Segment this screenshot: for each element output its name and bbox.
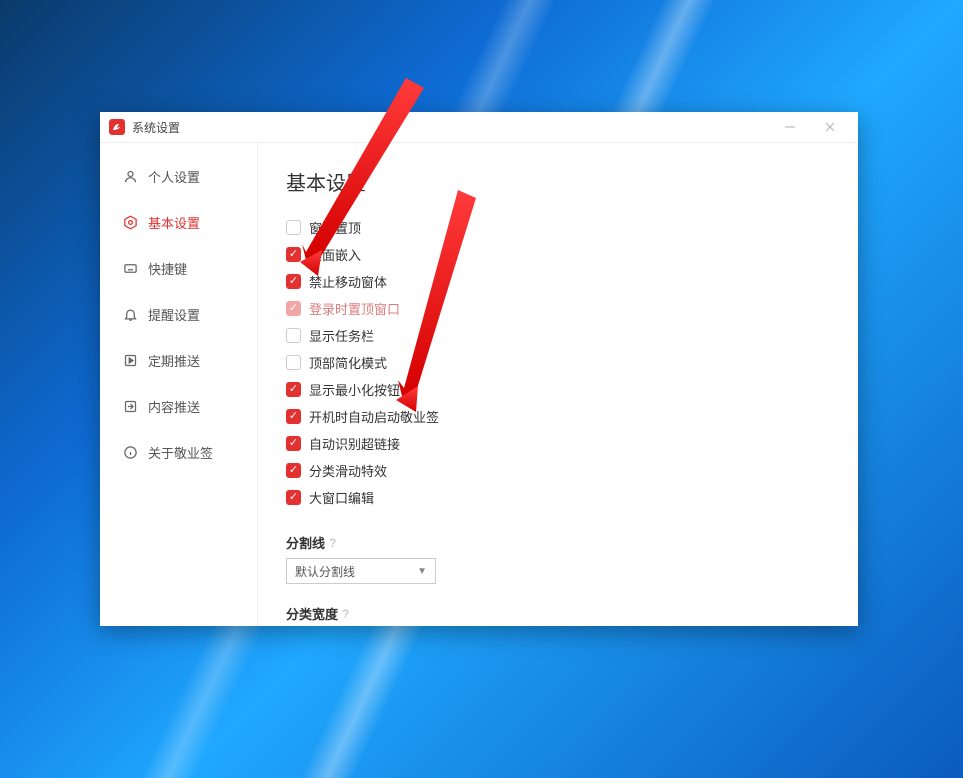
sidebar-item-scheduled-push[interactable]: 定期推送 <box>100 337 257 383</box>
sidebar-item-content-push[interactable]: 内容推送 <box>100 383 257 429</box>
option-show-taskbar[interactable]: 显示任务栏 <box>286 326 830 345</box>
option-desktop-embed[interactable]: ✓ 桌面嵌入 <box>286 245 830 264</box>
help-icon[interactable]: ? <box>342 607 349 621</box>
option-always-on-top[interactable]: 窗口置顶 <box>286 218 830 237</box>
checkbox-checked-disabled[interactable]: ✓ <box>286 301 301 316</box>
titlebar: 系统设置 <box>100 112 858 143</box>
checkbox-checked[interactable]: ✓ <box>286 247 301 262</box>
option-label: 登录时置顶窗口 <box>309 299 400 318</box>
option-label: 显示任务栏 <box>309 326 374 345</box>
sidebar-item-label: 定期推送 <box>148 351 200 370</box>
category-width-label-text: 分类宽度 <box>286 604 338 623</box>
close-button[interactable] <box>810 112 850 142</box>
checkbox-checked[interactable]: ✓ <box>286 382 301 397</box>
option-label: 显示最小化按钮 <box>309 380 400 399</box>
sidebar-item-label: 个人设置 <box>148 167 200 186</box>
divider-label-text: 分割线 <box>286 533 325 552</box>
option-forbid-move[interactable]: ✓ 禁止移动窗体 <box>286 272 830 291</box>
sidebar-item-label: 关于敬业签 <box>148 443 213 462</box>
checkbox-unchecked[interactable] <box>286 328 301 343</box>
sidebar-item-label: 基本设置 <box>148 213 200 232</box>
option-category-slide[interactable]: ✓ 分类滑动特效 <box>286 461 830 480</box>
divider-setting: 分割线 ? 默认分割线 ▼ <box>286 533 830 584</box>
bell-icon <box>122 306 138 322</box>
checkbox-unchecked[interactable] <box>286 220 301 235</box>
option-simplify-top[interactable]: 顶部简化模式 <box>286 353 830 372</box>
option-auto-hyperlink[interactable]: ✓ 自动识别超链接 <box>286 434 830 453</box>
minimize-button[interactable] <box>770 112 810 142</box>
option-big-window-edit[interactable]: ✓ 大窗口编辑 <box>286 488 830 507</box>
app-icon <box>108 118 126 136</box>
option-label: 窗口置顶 <box>309 218 361 237</box>
keyboard-icon <box>122 260 138 276</box>
person-icon <box>122 168 138 184</box>
checkbox-checked[interactable]: ✓ <box>286 490 301 505</box>
sidebar: 个人设置 基本设置 <box>100 143 258 626</box>
divider-select[interactable]: 默认分割线 ▼ <box>286 558 436 584</box>
chevron-down-icon: ▼ <box>417 566 427 577</box>
help-icon[interactable]: ? <box>329 536 336 550</box>
options-list: 窗口置顶 ✓ 桌面嵌入 ✓ 禁止移动窗体 ✓ 登录时置顶窗口 <box>286 218 830 507</box>
checkbox-checked[interactable]: ✓ <box>286 463 301 478</box>
window-body: 个人设置 基本设置 <box>100 143 858 626</box>
category-width-setting: 分类宽度 ? 小（27px） ▼ <box>286 604 830 626</box>
option-label: 大窗口编辑 <box>309 488 374 507</box>
checkbox-checked[interactable]: ✓ <box>286 409 301 424</box>
sidebar-item-label: 内容推送 <box>148 397 200 416</box>
option-label: 分类滑动特效 <box>309 461 387 480</box>
option-label: 桌面嵌入 <box>309 245 361 264</box>
play-box-icon <box>122 352 138 368</box>
sidebar-item-about[interactable]: 关于敬业签 <box>100 429 257 475</box>
field-label: 分类宽度 ? <box>286 604 830 623</box>
checkbox-checked[interactable]: ✓ <box>286 274 301 289</box>
field-label: 分割线 ? <box>286 533 830 552</box>
section-heading: 基本设置 <box>286 167 830 196</box>
sidebar-item-personal[interactable]: 个人设置 <box>100 153 257 199</box>
desktop-background: 系统设置 个人设置 <box>0 0 963 778</box>
settings-hex-icon <box>122 214 138 230</box>
sidebar-item-remind[interactable]: 提醒设置 <box>100 291 257 337</box>
info-icon <box>122 444 138 460</box>
option-show-minimize[interactable]: ✓ 显示最小化按钮 <box>286 380 830 399</box>
content-pane: 基本设置 窗口置顶 ✓ 桌面嵌入 ✓ 禁止移动窗体 <box>258 143 858 626</box>
window-title: 系统设置 <box>132 119 180 136</box>
option-login-top[interactable]: ✓ 登录时置顶窗口 <box>286 299 830 318</box>
sidebar-item-label: 提醒设置 <box>148 305 200 324</box>
sidebar-item-label: 快捷键 <box>148 259 187 278</box>
select-value: 默认分割线 <box>295 563 355 580</box>
checkbox-checked[interactable]: ✓ <box>286 436 301 451</box>
sidebar-item-hotkey[interactable]: 快捷键 <box>100 245 257 291</box>
send-box-icon <box>122 398 138 414</box>
option-label: 自动识别超链接 <box>309 434 400 453</box>
option-label: 开机时自动启动敬业签 <box>309 407 439 426</box>
option-label: 禁止移动窗体 <box>309 272 387 291</box>
checkbox-unchecked[interactable] <box>286 355 301 370</box>
option-label: 顶部简化模式 <box>309 353 387 372</box>
settings-window: 系统设置 个人设置 <box>100 112 858 626</box>
option-autostart[interactable]: ✓ 开机时自动启动敬业签 <box>286 407 830 426</box>
sidebar-item-basic[interactable]: 基本设置 <box>100 199 257 245</box>
